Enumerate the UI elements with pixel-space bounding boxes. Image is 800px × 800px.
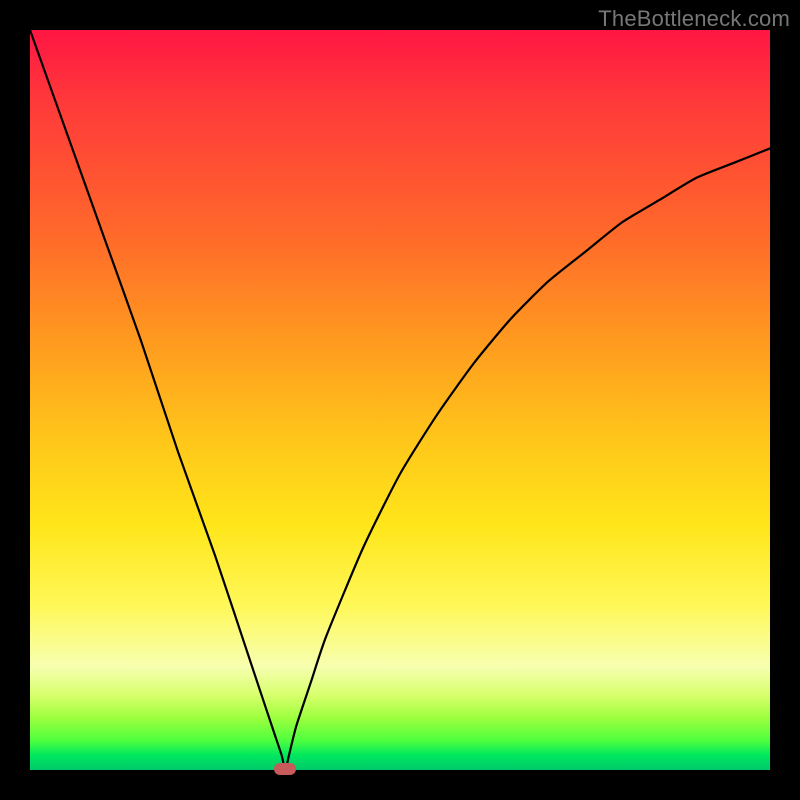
watermark-text: TheBottleneck.com: [598, 6, 790, 32]
bottleneck-plot: [30, 30, 770, 770]
chart-frame: TheBottleneck.com: [0, 0, 800, 800]
bottleneck-curve: [30, 30, 770, 770]
min-marker: [274, 763, 296, 775]
